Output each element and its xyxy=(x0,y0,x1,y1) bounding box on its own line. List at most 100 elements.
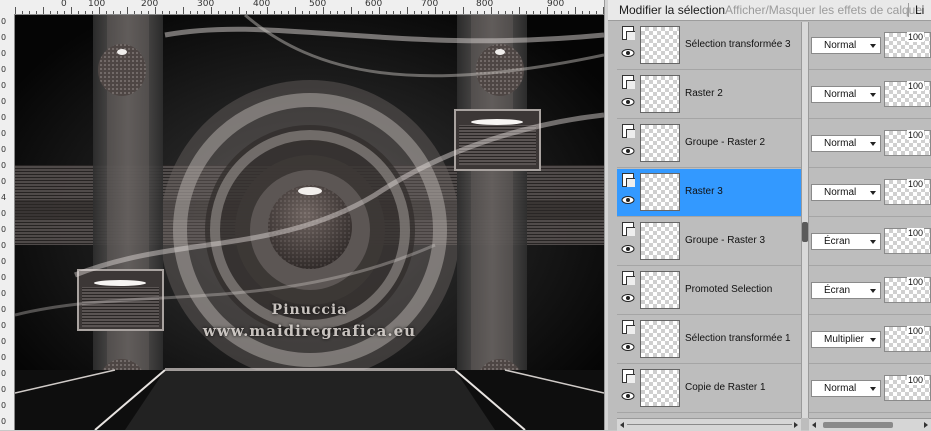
toggle-layer-effects-button[interactable]: Afficher/Masquer les effets de calque xyxy=(725,3,922,17)
image-canvas[interactable]: Pinuccia www.maidiregrafica.eu xyxy=(15,15,604,430)
layer-row[interactable]: Promoted Selection xyxy=(617,267,801,315)
layer-name[interactable]: Sélection transformée 3 xyxy=(685,39,791,50)
ruler-label: 0 xyxy=(1,81,7,90)
ruler-tick xyxy=(113,11,114,14)
ruler-tick xyxy=(204,11,205,14)
blend-mode-select[interactable]: Normal xyxy=(811,86,881,103)
layer-row[interactable]: Raster 2 xyxy=(617,71,801,119)
layer-list-splitter[interactable] xyxy=(801,22,809,418)
opacity-field[interactable]: 100 xyxy=(884,179,931,205)
ruler-tick xyxy=(533,11,534,14)
link-button[interactable]: Li xyxy=(915,3,924,17)
ruler-tick xyxy=(85,11,86,14)
ruler-label: 0 xyxy=(1,129,7,138)
visibility-eye-icon[interactable] xyxy=(621,146,635,156)
raster-layer-icon xyxy=(622,369,635,383)
blend-mode-select[interactable]: Écran xyxy=(811,282,881,299)
ruler-tick xyxy=(141,11,142,14)
visibility-eye-icon[interactable] xyxy=(621,391,635,401)
ruler-tick xyxy=(491,7,492,14)
ruler-tick xyxy=(253,11,254,14)
scroll-track[interactable] xyxy=(627,424,792,425)
ruler-tick xyxy=(246,11,247,14)
scroll-left-icon[interactable] xyxy=(812,422,816,428)
chevron-down-icon xyxy=(870,240,876,244)
layer-list-scrollbar[interactable] xyxy=(617,418,801,431)
ruler-tick xyxy=(505,11,506,14)
ruler-tick xyxy=(57,11,58,14)
layer-row[interactable]: Sélection transformée 1 xyxy=(617,316,801,364)
blend-mode-select[interactable]: Normal xyxy=(811,380,881,397)
opacity-field[interactable]: 100 xyxy=(884,32,931,58)
layer-row[interactable]: Raster 3 xyxy=(617,169,801,217)
opacity-field[interactable]: 100 xyxy=(884,228,931,254)
opacity-field[interactable]: 100 xyxy=(884,277,931,303)
visibility-eye-icon[interactable] xyxy=(621,244,635,254)
chevron-down-icon xyxy=(870,93,876,97)
blend-mode-select[interactable]: Écran xyxy=(811,233,881,250)
chevron-down-icon xyxy=(870,338,876,342)
layer-row[interactable]: Sélection transformée 3 xyxy=(617,22,801,70)
ruler-tick xyxy=(575,7,576,14)
properties-scrollbar[interactable] xyxy=(809,418,931,431)
layer-name[interactable]: Copie de Raster 1 xyxy=(685,382,766,393)
scroll-thumb[interactable] xyxy=(823,422,893,428)
opacity-field[interactable]: 100 xyxy=(884,130,931,156)
ruler-tick xyxy=(78,11,79,14)
ruler-tick xyxy=(120,11,121,14)
visibility-eye-icon[interactable] xyxy=(621,48,635,58)
ruler-tick xyxy=(309,11,310,14)
ruler-label: 0 xyxy=(1,113,7,122)
ruler-label: 0 xyxy=(1,369,7,378)
ruler-tick xyxy=(274,11,275,14)
scroll-left-icon[interactable] xyxy=(620,422,624,428)
blend-mode-select[interactable]: Normal xyxy=(811,184,881,201)
splitter-handle[interactable] xyxy=(802,222,808,242)
modify-selection-button[interactable]: Modifier la sélection xyxy=(619,3,725,17)
ruler-tick xyxy=(456,11,457,14)
blend-mode-value: Multiplier xyxy=(824,334,865,345)
ruler-tick xyxy=(50,11,51,14)
blend-mode-value: Normal xyxy=(824,138,857,149)
opacity-field[interactable]: 100 xyxy=(884,81,931,107)
ruler-tick xyxy=(344,11,345,14)
layer-row[interactable]: Groupe - Raster 2 xyxy=(617,120,801,168)
visibility-eye-icon[interactable] xyxy=(621,195,635,205)
layer-name[interactable]: Groupe - Raster 2 xyxy=(685,137,765,148)
ruler-tick xyxy=(176,11,177,14)
opacity-field[interactable]: 100 xyxy=(884,375,931,401)
visibility-eye-icon[interactable] xyxy=(621,97,635,107)
ruler-label: 100 xyxy=(88,0,106,9)
ruler-tick xyxy=(36,11,37,14)
layer-row[interactable]: Groupe - Raster 3 xyxy=(617,218,801,266)
ruler-tick xyxy=(260,11,261,14)
ruler-label: 0 xyxy=(1,49,7,58)
scroll-right-icon[interactable] xyxy=(924,422,928,428)
layer-name[interactable]: Raster 2 xyxy=(685,88,723,99)
ruler-tick xyxy=(288,11,289,14)
chevron-down-icon xyxy=(870,142,876,146)
ruler-tick xyxy=(519,7,520,14)
layer-name[interactable]: Raster 3 xyxy=(685,186,723,197)
toolbar-separator xyxy=(908,3,909,17)
watermark-url: www.maidiregrafica.eu xyxy=(202,322,417,340)
scroll-right-icon[interactable] xyxy=(794,422,798,428)
visibility-eye-icon[interactable] xyxy=(621,293,635,303)
visibility-eye-icon[interactable] xyxy=(621,342,635,352)
blend-mode-select[interactable]: Multiplier xyxy=(811,331,881,348)
blend-mode-select[interactable]: Normal xyxy=(811,37,881,54)
layer-name[interactable]: Promoted Selection xyxy=(685,284,772,295)
ruler-tick xyxy=(330,11,331,14)
layer-name[interactable]: Sélection transformée 1 xyxy=(685,333,791,344)
ruler-tick xyxy=(414,11,415,14)
ruler-label: 0 xyxy=(1,289,7,298)
layer-name[interactable]: Groupe - Raster 3 xyxy=(685,235,765,246)
ruler-tick xyxy=(64,11,65,14)
ruler-tick xyxy=(561,11,562,14)
opacity-field[interactable]: 100 xyxy=(884,326,931,352)
layer-row[interactable]: Copie de Raster 1 xyxy=(617,365,801,413)
ruler-tick xyxy=(316,11,317,14)
blend-mode-select[interactable]: Normal xyxy=(811,135,881,152)
ruler-label: 0 xyxy=(1,97,7,106)
opacity-value: 100 xyxy=(906,375,924,385)
